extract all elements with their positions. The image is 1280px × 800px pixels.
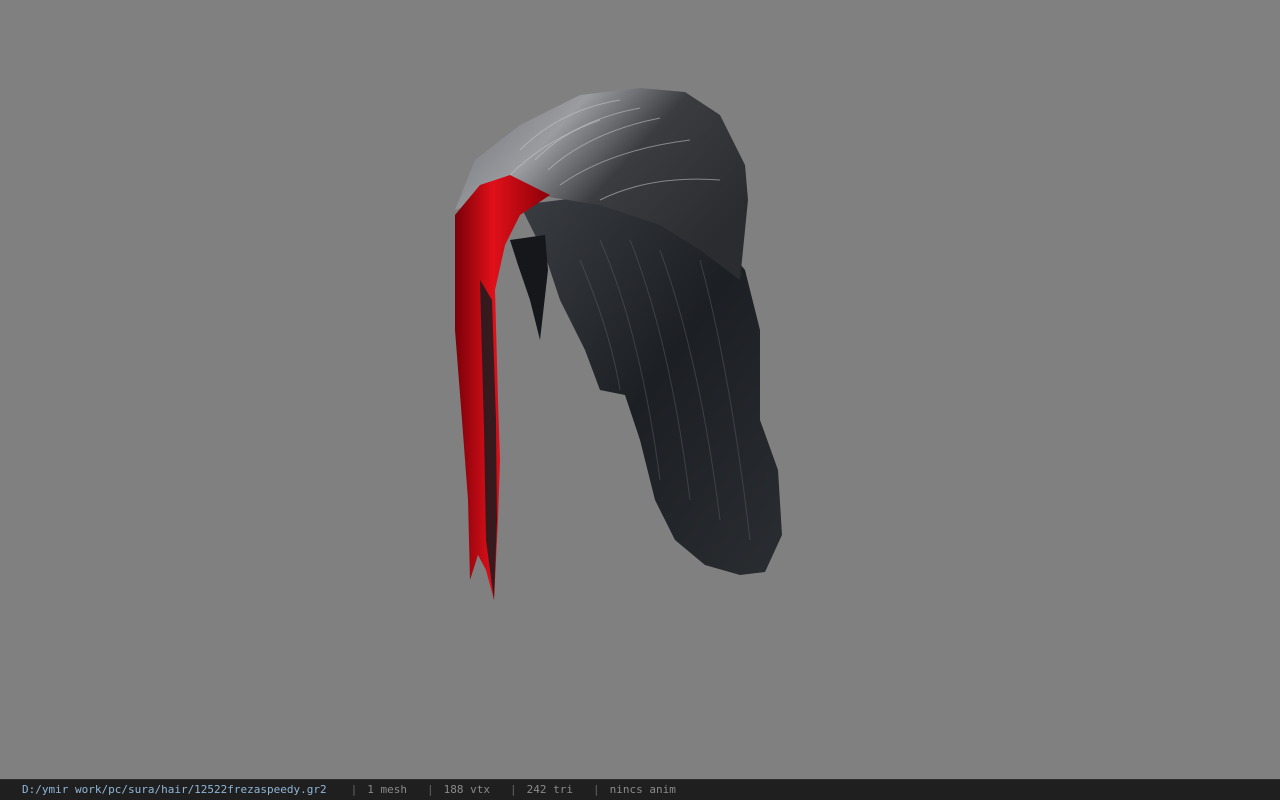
vertex-count: 188 vtx (443, 783, 490, 796)
mesh-count: 1 mesh (367, 783, 408, 796)
separator: | (427, 783, 434, 796)
hair-inner-strand (510, 235, 548, 340)
status-bar: D:/ymir work/pc/sura/hair/12522frezaspee… (0, 779, 1280, 800)
separator: | (350, 783, 358, 796)
file-path: D:/ymir work/pc/sura/hair/12522frezaspee… (22, 783, 327, 796)
3d-viewport[interactable] (0, 0, 1280, 779)
separator: | (510, 783, 517, 796)
separator: | (592, 783, 600, 796)
triangle-count: 242 tri (526, 783, 573, 796)
animation-status: nincs anim (609, 783, 676, 796)
hair-model-render[interactable] (0, 0, 1280, 779)
